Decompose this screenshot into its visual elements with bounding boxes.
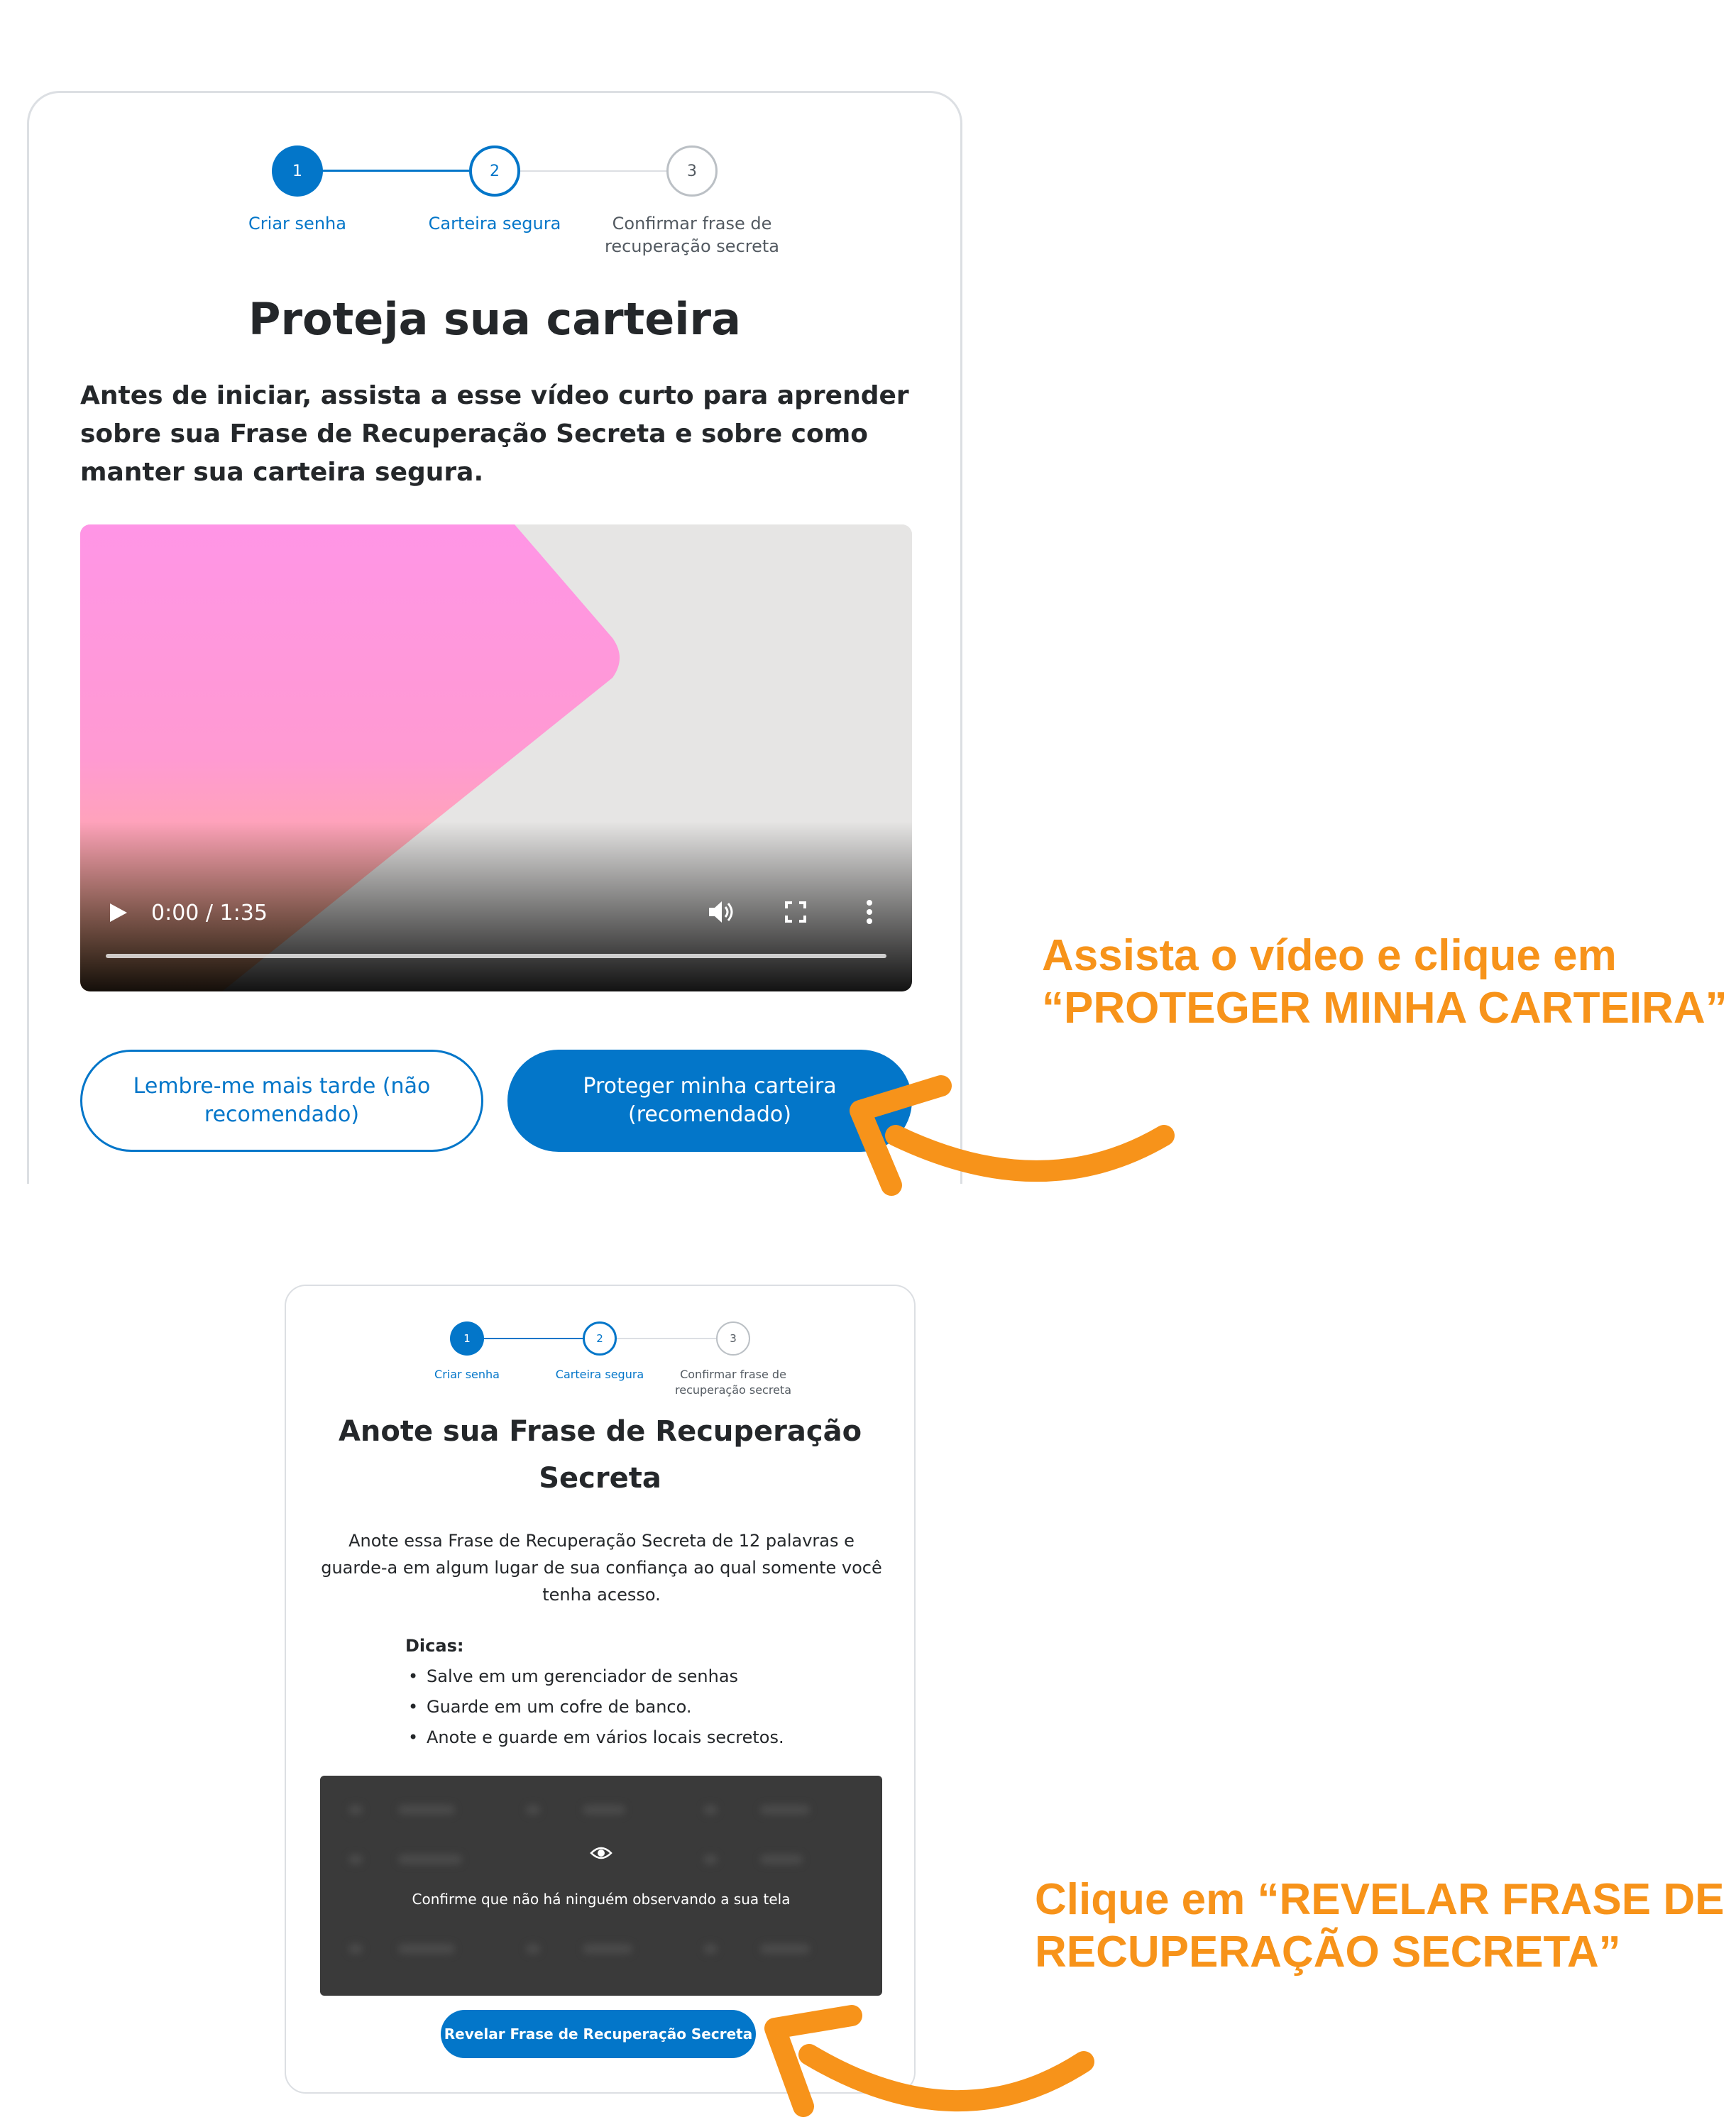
video-time: 0:00 / 1:35 bbox=[151, 901, 268, 925]
step-1-circle: 1 bbox=[272, 145, 323, 197]
eye-icon bbox=[590, 1847, 612, 1859]
step-2-number: 2 bbox=[490, 162, 500, 180]
step-3-circle: 3 bbox=[666, 145, 718, 197]
instruction-line: Clique em “REVELAR FRASE DE bbox=[1035, 1875, 1725, 1924]
step-2-label: Carteira segura bbox=[555, 1368, 644, 1381]
intro-text: Antes de iniciar, assista a esse vídeo c… bbox=[80, 381, 909, 487]
write-down-srp-panel: 1 2 3 Criar senha Carteira segura Confir… bbox=[285, 1285, 916, 2094]
page-title: Proteja sua carteira bbox=[248, 293, 741, 345]
step-2-circle: 2 bbox=[469, 145, 520, 197]
protect-wallet-panel: 1 2 3 Criar senha Carteira segura Confir… bbox=[27, 91, 962, 1184]
step-1-number: 1 bbox=[463, 1332, 471, 1345]
instruction-line: “PROTEGER MINHA CARTEIRA” bbox=[1042, 984, 1727, 1033]
tip-item: Guarde em um cofre de banco. bbox=[405, 1692, 784, 1722]
step-3-circle: 3 bbox=[716, 1321, 750, 1356]
tip-item: Salve em um gerenciador de senhas bbox=[405, 1661, 784, 1692]
instruction-callout-1: Assista o vídeo e clique em “PROTEGER MI… bbox=[1042, 930, 1727, 1035]
page-title: Anote sua Frase de Recuperação Secreta bbox=[338, 1415, 862, 1495]
step-3-number: 3 bbox=[687, 162, 697, 180]
step-3-number: 3 bbox=[730, 1332, 737, 1345]
instruction-callout-2: Clique em “REVELAR FRASE DE RECUPERAÇÃO … bbox=[1035, 1874, 1724, 1979]
srp-description: Anote essa Frase de Recuperação Secreta … bbox=[321, 1531, 882, 1605]
reveal-srp-button[interactable]: Revelar Frase de Recuperação Secreta bbox=[441, 2010, 756, 2058]
instruction-line: Assista o vídeo e clique em bbox=[1042, 931, 1617, 980]
srp-video-player[interactable]: 0:00 / 1:35 bbox=[80, 524, 912, 991]
tips-list: Dicas: Salve em um gerenciador de senhas… bbox=[405, 1631, 784, 1753]
step-3-label: Confirmar frase de recuperação secreta bbox=[605, 214, 779, 257]
tips-heading: Dicas: bbox=[405, 1636, 464, 1656]
step-1-number: 1 bbox=[292, 162, 302, 180]
instruction-line: RECUPERAÇÃO SECRETA” bbox=[1035, 1928, 1621, 1977]
more-vertical-icon[interactable] bbox=[865, 899, 874, 925]
secure-wallet-button[interactable]: Proteger minha carteira (recomendado) bbox=[507, 1050, 912, 1152]
progress-stepper: 1 2 3 Criar senha Carteira segura Confir… bbox=[29, 93, 960, 277]
tip-item: Anote e guarde em vários locais secretos… bbox=[405, 1722, 784, 1753]
step-2-label: Carteira segura bbox=[428, 214, 561, 233]
progress-stepper: 1 2 3 Criar senha Carteira segura Confir… bbox=[286, 1286, 914, 1407]
step-3-label: Confirmar frase de recuperação secreta bbox=[675, 1368, 791, 1397]
step-connector-1-2 bbox=[299, 170, 469, 172]
srp-blur-overlay[interactable]: Confirme que não há ninguém observando a… bbox=[320, 1776, 882, 1996]
step-1-label: Criar senha bbox=[434, 1368, 500, 1381]
fullscreen-icon[interactable] bbox=[784, 901, 807, 923]
remind-later-button[interactable]: Lembre-me mais tarde (não recomendado) bbox=[80, 1050, 483, 1152]
video-progress-bar[interactable] bbox=[106, 954, 886, 958]
step-connector-1-2 bbox=[475, 1338, 591, 1339]
step-2-number: 2 bbox=[596, 1332, 603, 1345]
step-connector-2-3 bbox=[519, 170, 689, 172]
step-2-circle: 2 bbox=[583, 1321, 617, 1356]
blurred-word-row bbox=[320, 1935, 882, 1963]
play-icon[interactable] bbox=[109, 902, 128, 923]
srp-warning-text: Confirme que não há ninguém observando a… bbox=[412, 1891, 791, 1908]
blurred-word-row bbox=[320, 1796, 882, 1824]
step-1-circle: 1 bbox=[450, 1321, 484, 1356]
volume-icon[interactable] bbox=[708, 899, 736, 925]
step-1-label: Criar senha bbox=[248, 214, 346, 233]
